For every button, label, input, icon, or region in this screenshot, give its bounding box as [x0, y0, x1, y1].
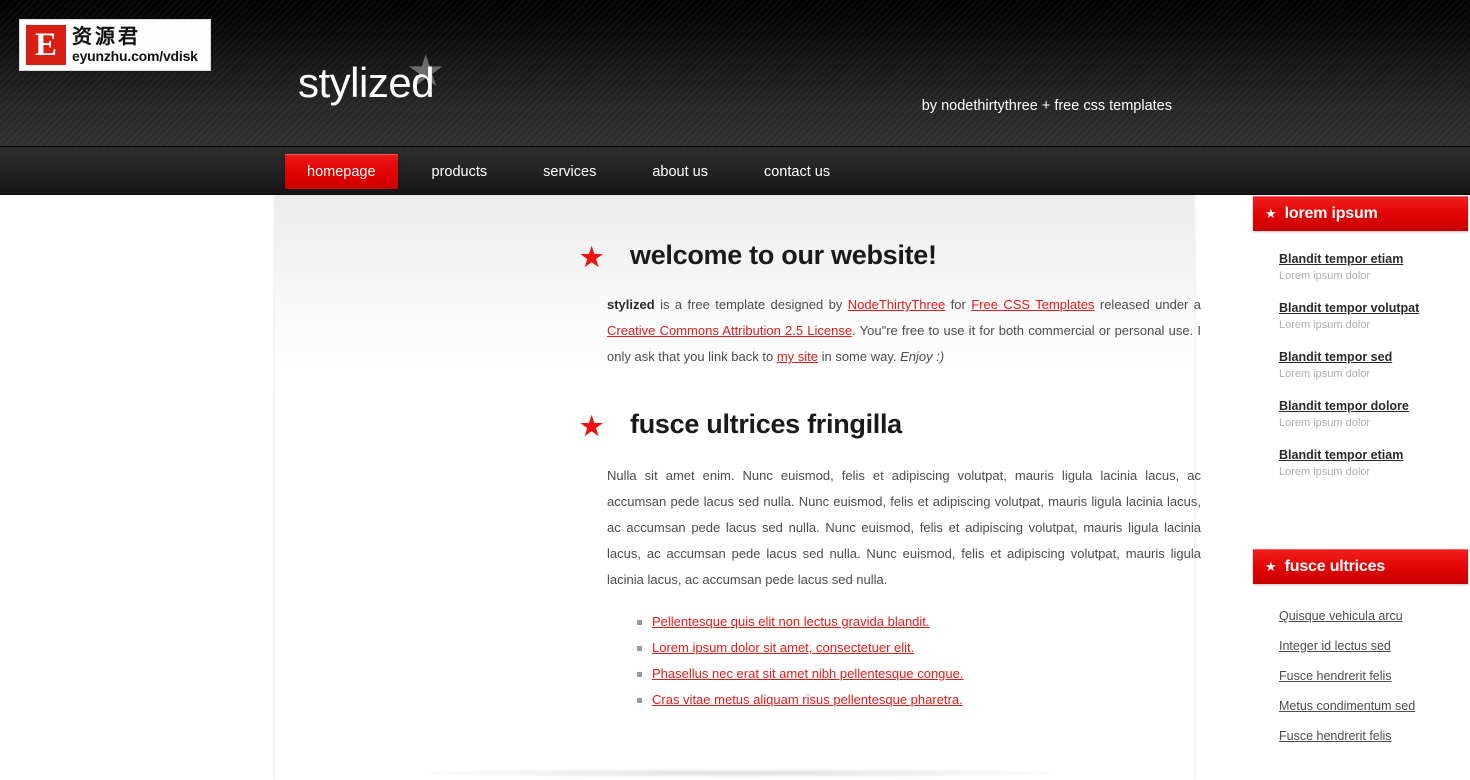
sidebar-box-body: Quisque vehicula arcu Integer id lectus … — [1253, 584, 1468, 765]
nav-item-about-us[interactable]: about us — [630, 154, 730, 189]
nav-item-services[interactable]: services — [521, 154, 618, 189]
list-item: Fusce hendrerit felis — [1279, 727, 1468, 745]
sidebar-box-title: lorem ipsum — [1284, 204, 1378, 222]
sidebar-entry-sub: Lorem ipsum dolor — [1279, 270, 1371, 282]
sidebar-link-3[interactable]: Fusce hendrerit felis — [1279, 669, 1392, 683]
bullet-link-4[interactable]: Cras vitae metus aliquam risus pellentes… — [652, 692, 963, 707]
fusce-paragraph: Nulla sit amet enim. Nunc euismod, felis… — [607, 468, 1201, 587]
sidebar-box-title: fusce ultrices — [1284, 557, 1386, 575]
sidebar-entry-title[interactable]: Blandit tempor dolore — [1279, 398, 1468, 414]
main-navigation: homepage products services about us cont… — [0, 146, 1470, 195]
sidebar-link-4[interactable]: Metus condimentum sed — [1279, 699, 1415, 713]
sidebar-entry-sub: Lorem ipsum dolor — [1279, 417, 1371, 429]
sidebar-box-fusce-ultrices: ★ fusce ultrices Quisque vehicula arcu I… — [1253, 549, 1468, 765]
star-icon: ★ — [1265, 206, 1277, 221]
section-heading-text: welcome to our website! — [630, 240, 937, 270]
star-icon: ★ — [1265, 559, 1277, 574]
nav-spacer — [398, 147, 410, 196]
page-body: ★ welcome to our website! stylized is a … — [0, 195, 1470, 780]
nav-spacer — [730, 147, 742, 196]
site-title-group: ★ stylized — [298, 50, 445, 106]
nav-spacer — [618, 147, 630, 196]
list-item: Metus condimentum sed — [1279, 697, 1468, 715]
list-item: Lorem ipsum dolor sit amet, consectetuer… — [637, 635, 1197, 661]
list-item: Fusce hendrerit felis — [1279, 667, 1468, 685]
watermark-cn-text: 资源君 — [72, 26, 141, 48]
sidebar-box-header: ★ fusce ultrices — [1253, 549, 1468, 584]
list-item: Blandit tempor etiam Lorem ipsum dolor — [1279, 251, 1468, 284]
link-my-site[interactable]: my site — [777, 349, 818, 364]
watermark-url-text: eyunzhu.com/vdisk — [72, 48, 198, 64]
intro-text-2: for — [945, 297, 972, 312]
intro-bold-lead: stylized — [607, 297, 655, 312]
site-header: E 资源君 eyunzhu.com/vdisk ★ stylized by no… — [0, 0, 1470, 146]
content-shell: ★ welcome to our website! stylized is a … — [275, 195, 1468, 780]
sidebar-entry-title[interactable]: Blandit tempor etiam — [1279, 447, 1468, 463]
nav-spacer — [509, 147, 521, 196]
watermark-text: 资源君 eyunzhu.com/vdisk — [72, 27, 198, 63]
list-item: Quisque vehicula arcu — [1279, 607, 1468, 625]
list-item: Blandit tempor sed Lorem ipsum dolor — [1279, 349, 1468, 382]
bullet-list: Pellentesque quis elit non lectus gravid… — [627, 609, 1197, 713]
intro-text-3: released under a — [1094, 297, 1201, 312]
page-title: stylized — [298, 59, 435, 106]
sidebar-entry-title[interactable]: Blandit tempor etiam — [1279, 251, 1468, 267]
header-byline: by nodethirtythree + free css templates — [921, 98, 1172, 114]
list-item: Cras vitae metus aliquam risus pellentes… — [637, 687, 1197, 713]
intro-italic-tail: Enjoy :) — [900, 349, 945, 364]
list-item: Integer id lectus sed — [1279, 637, 1468, 655]
bullet-link-3[interactable]: Phasellus nec erat sit amet nibh pellent… — [652, 666, 963, 681]
sidebar-link-1[interactable]: Quisque vehicula arcu — [1279, 609, 1403, 623]
section-heading-fusce: ★ fusce ultrices fringilla — [580, 409, 902, 440]
page-root: E 资源君 eyunzhu.com/vdisk ★ stylized by no… — [0, 0, 1470, 780]
link-nodethirtythree[interactable]: NodeThirtyThree — [848, 297, 946, 312]
link-free-css-templates[interactable]: Free CSS Templates — [971, 297, 1094, 312]
list-item: Blandit tempor volutpat Lorem ipsum dolo… — [1279, 300, 1468, 333]
sidebar-entry-sub: Lorem ipsum dolor — [1279, 368, 1371, 380]
sidebar-entry-title[interactable]: Blandit tempor volutpat — [1279, 300, 1468, 316]
list-item: Phasellus nec erat sit amet nibh pellent… — [637, 661, 1197, 687]
sidebar-box-body: Blandit tempor etiam Lorem ipsum dolor B… — [1253, 231, 1468, 504]
bullet-link-1[interactable]: Pellentesque quis elit non lectus gravid… — [652, 614, 930, 629]
sidebar-box-header: ★ lorem ipsum — [1253, 196, 1468, 231]
sidebar-entry-title[interactable]: Blandit tempor sed — [1279, 349, 1468, 365]
nav-item-products[interactable]: products — [410, 154, 510, 189]
list-item: Blandit tempor dolore Lorem ipsum dolor — [1279, 398, 1468, 431]
section-heading-text: fusce ultrices fringilla — [630, 409, 902, 439]
sidebar: ★ lorem ipsum Blandit tempor etiam Lorem… — [1253, 196, 1468, 765]
nav-items-container: homepage products services about us cont… — [285, 147, 852, 196]
watermark-logo: E 资源君 eyunzhu.com/vdisk — [19, 19, 211, 71]
intro-text-1: is a free template designed by — [654, 297, 848, 312]
intro-paragraph: stylized is a free template designed by … — [607, 292, 1201, 370]
list-item: Blandit tempor etiam Lorem ipsum dolor — [1279, 447, 1468, 480]
nav-item-contact-us[interactable]: contact us — [742, 154, 852, 189]
bullet-link-2[interactable]: Lorem ipsum dolor sit amet, consectetuer… — [652, 640, 914, 655]
intro-text-5: in some way. — [817, 349, 901, 364]
sidebar-entry-sub: Lorem ipsum dolor — [1279, 319, 1371, 331]
star-icon: ★ — [580, 410, 604, 441]
star-icon: ★ — [580, 241, 604, 272]
list-item: Pellentesque quis elit non lectus gravid… — [637, 609, 1197, 635]
sidebar-entry-sub: Lorem ipsum dolor — [1279, 466, 1371, 478]
section-heading-welcome: ★ welcome to our website! — [580, 240, 937, 271]
watermark-letter-badge: E — [26, 25, 66, 65]
sidebar-link-2[interactable]: Integer id lectus sed — [1279, 639, 1391, 653]
sidebar-link-5[interactable]: Fusce hendrerit felis — [1279, 729, 1392, 743]
link-creative-commons-license[interactable]: Creative Commons Attribution 2.5 License — [607, 323, 852, 338]
nav-item-homepage[interactable]: homepage — [285, 154, 398, 189]
sidebar-box-lorem-ipsum: ★ lorem ipsum Blandit tempor etiam Lorem… — [1253, 196, 1468, 504]
